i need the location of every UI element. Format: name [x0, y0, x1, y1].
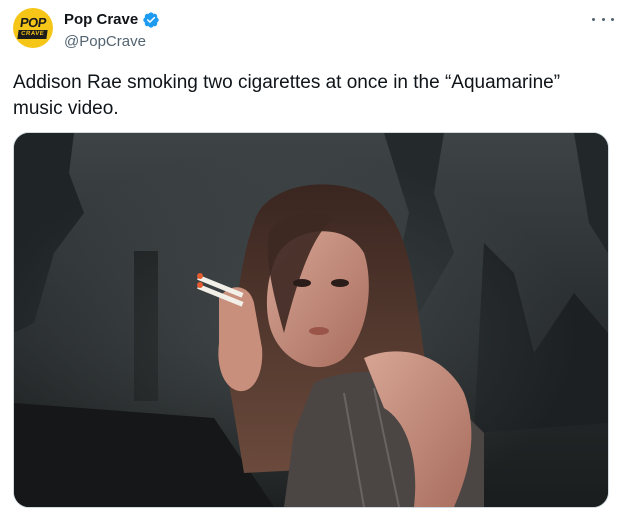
more-horizontal-icon [592, 17, 595, 21]
tweet-card[interactable]: POP CRAVE Pop Crave @PopCrave Addison Ra… [0, 0, 640, 521]
video-still-image [14, 133, 608, 507]
avatar-logo-bottom: CRAVE [17, 30, 49, 39]
avatar-logo-top: POP [19, 15, 48, 30]
tweet-media-image[interactable] [13, 132, 609, 508]
author-display-name[interactable]: Pop Crave [64, 10, 138, 30]
author-handle[interactable]: @PopCrave [64, 32, 146, 52]
avatar[interactable]: POP CRAVE [13, 8, 53, 48]
tweet-text: Addison Rae smoking two cigarettes at on… [13, 72, 561, 119]
more-options-button[interactable] [592, 10, 614, 28]
verified-badge-icon [143, 12, 159, 28]
author-name-row[interactable]: Pop Crave [64, 10, 160, 30]
